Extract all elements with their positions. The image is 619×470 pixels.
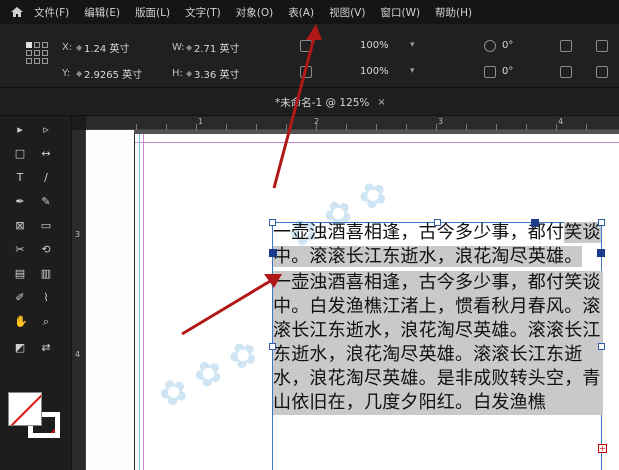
pasteboard (86, 130, 134, 470)
pen-tool-icon[interactable]: ✒ (14, 196, 26, 208)
fill-stroke-icon[interactable]: ◩ (14, 342, 26, 354)
hand-tool-icon[interactable]: ✋ (14, 316, 28, 328)
y-field[interactable]: Y: ◆ 2.9265 英寸 (62, 66, 142, 81)
frame-handle[interactable] (598, 343, 605, 350)
y-value[interactable]: 2.9265 英寸 (84, 66, 142, 81)
canvas-area[interactable]: ✿ ✿ ✿ ✿ ✿ ✿ 一壶浊酒喜相逢，古今多少事，都付笑谈中。滚滚长江东逝水，… (86, 130, 619, 470)
menu-edit[interactable]: 编辑(E) (84, 5, 120, 20)
page-tool-icon[interactable]: □ (14, 148, 26, 160)
frame-handle[interactable] (434, 219, 441, 226)
frame-edge-handle[interactable] (597, 249, 605, 257)
x-label: X: (62, 42, 73, 53)
margin-guide (143, 134, 144, 470)
overset-text-icon[interactable]: + (598, 444, 607, 453)
shear-value[interactable]: 0° (502, 66, 513, 77)
close-icon[interactable]: × (377, 97, 385, 108)
ruler-number: 1 (198, 117, 204, 126)
ruler-number: 4 (75, 350, 81, 359)
flip-icon[interactable] (560, 40, 572, 52)
eyedropper-tool-icon[interactable]: ⌇ (40, 292, 52, 304)
gap-tool-icon[interactable]: ↔ (40, 148, 52, 160)
spinner-icon[interactable]: ◆ (76, 69, 84, 78)
frame-handle[interactable] (269, 219, 276, 226)
menu-bar: 文件(F) 编辑(E) 版面(L) 文字(T) 对象(O) 表(A) 视图(V)… (0, 0, 619, 24)
h-value[interactable]: 3.36 英寸 (194, 66, 239, 81)
panel-icon[interactable] (596, 66, 608, 78)
y-label: Y: (62, 68, 71, 79)
spinner-icon[interactable]: ◆ (76, 43, 84, 52)
frame-edge-handle[interactable] (531, 219, 539, 227)
ruler-number: 4 (558, 117, 564, 126)
rectangle-tool-icon[interactable]: ▭ (40, 220, 52, 232)
gradient-feather-tool-icon[interactable]: ▥ (40, 268, 52, 280)
x-field[interactable]: X: ◆ 1.24 英寸 (62, 40, 129, 55)
dropdown-icon[interactable]: ▾ (410, 40, 415, 50)
menu-table[interactable]: 表(A) (288, 5, 314, 20)
menu-help[interactable]: 帮助(H) (435, 5, 472, 20)
bleed-guide (139, 134, 140, 470)
menu-view[interactable]: 视图(V) (329, 5, 365, 20)
dropdown-icon[interactable]: ▾ (410, 66, 415, 76)
w-label: W: (172, 42, 185, 53)
text-frame[interactable]: 一壶浊酒喜相逢，古今多少事，都付笑谈中。滚滚长江东逝水，浪花淘尽英雄。 一壶浊酒… (269, 219, 607, 470)
document-page[interactable]: ✿ ✿ ✿ ✿ ✿ ✿ 一壶浊酒喜相逢，古今多少事，都付笑谈中。滚滚长江东逝水，… (134, 134, 619, 470)
margin-guide (135, 142, 619, 143)
pencil-tool-icon[interactable]: ✎ (40, 196, 52, 208)
type-tool-icon[interactable]: T (14, 172, 26, 184)
vertical-ruler[interactable]: 3 4 (72, 130, 86, 470)
in-port[interactable] (269, 249, 277, 257)
highlighted-text: 英雄。 (527, 246, 583, 267)
frame-handle[interactable] (269, 343, 276, 350)
menu-window[interactable]: 窗口(W) (380, 5, 420, 20)
watermark-icon: ✿ ✿ ✿ (151, 331, 266, 417)
spinner-icon[interactable]: ◆ (186, 69, 194, 78)
h-field[interactable]: H: ◆ 3.36 英寸 (172, 66, 239, 81)
menu-file[interactable]: 文件(F) (34, 5, 69, 20)
rotate-value[interactable]: 0° (502, 40, 513, 51)
selection-tool-icon[interactable]: ▸ (14, 124, 26, 136)
paragraph-1: 一壶浊酒喜相逢，古今多少事，都付笑谈中。滚滚长江东逝水，浪花淘尽英雄。 (273, 221, 603, 269)
reference-point-icon[interactable] (26, 42, 48, 64)
control-bar: X: ◆ 1.24 英寸 Y: ◆ 2.9265 英寸 W: ◆ 2.71 英寸… (0, 24, 619, 88)
transform-tool-icon[interactable]: ⟲ (40, 244, 52, 256)
frame-handle[interactable] (598, 219, 605, 226)
line-tool-icon[interactable]: ∕ (40, 172, 52, 184)
x-value[interactable]: 1.24 英寸 (84, 40, 129, 55)
document-tab-bar: *未命名-1 @ 125% × (0, 88, 619, 116)
menu-object[interactable]: 对象(O) (236, 5, 273, 20)
menu-layout[interactable]: 版面(L) (135, 5, 170, 20)
panel-icon[interactable] (596, 40, 608, 52)
menu-type[interactable]: 文字(T) (185, 5, 221, 20)
rotate-cw-icon[interactable] (560, 66, 572, 78)
h-label: H: (172, 68, 183, 79)
scale-y-value[interactable]: 100% (360, 66, 389, 77)
swap-icon[interactable]: ⇄ (40, 342, 52, 354)
scale-x-value[interactable]: 100% (360, 40, 389, 51)
tab-title: *未命名-1 @ 125% (275, 96, 370, 109)
scale-x-icon (300, 40, 312, 52)
rotate-icon (484, 40, 496, 52)
spinner-icon[interactable]: ◆ (186, 43, 194, 52)
text-run: 一壶浊酒喜相逢，古今多少事，都付 (273, 222, 565, 243)
shear-icon (484, 66, 496, 78)
w-value[interactable]: 2.71 英寸 (194, 40, 239, 55)
fill-swatch[interactable] (8, 392, 42, 426)
zoom-tool-icon[interactable]: ⌕ (40, 316, 52, 328)
horizontal-ruler[interactable]: 1 2 3 4 (86, 116, 619, 130)
gradient-tool-icon[interactable]: ▤ (14, 268, 26, 280)
direct-selection-tool-icon[interactable]: ▹ (40, 124, 52, 136)
frame-tool-icon[interactable]: ⊠ (14, 220, 26, 232)
frame-text[interactable]: 一壶浊酒喜相逢，古今多少事，都付笑谈中。滚滚长江东逝水，浪花淘尽英雄。 一壶浊酒… (273, 221, 603, 415)
scissors-tool-icon[interactable]: ✂ (14, 244, 26, 256)
fill-stroke-swatches[interactable] (8, 392, 60, 444)
scale-y-icon (300, 66, 312, 78)
ruler-number: 3 (438, 117, 444, 126)
ruler-number: 3 (75, 230, 81, 239)
document-tab[interactable]: *未命名-1 @ 125% × (275, 88, 386, 116)
note-tool-icon[interactable]: ✐ (14, 292, 26, 304)
w-field[interactable]: W: ◆ 2.71 英寸 (172, 40, 239, 55)
paragraph-2: 一壶浊酒喜相逢，古今多少事，都付笑谈中。白发渔樵江渚上，惯看秋月春风。滚滚长江东… (273, 271, 603, 415)
home-icon[interactable] (0, 0, 34, 24)
